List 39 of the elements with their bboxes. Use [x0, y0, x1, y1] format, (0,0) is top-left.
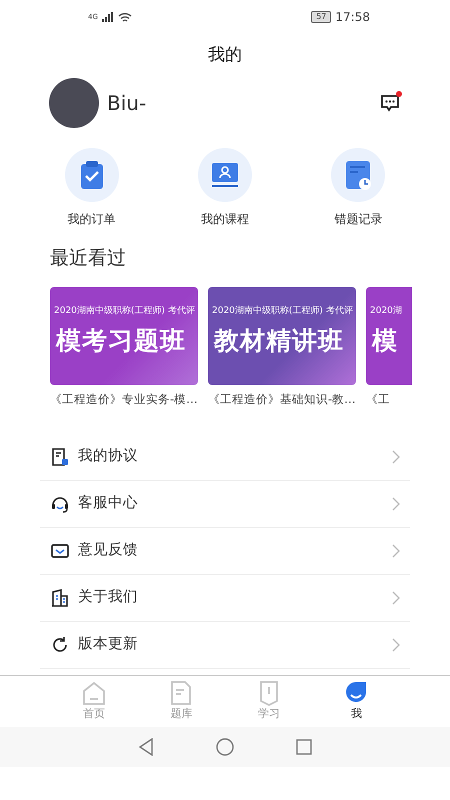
section-heading: 最近看过	[50, 247, 126, 269]
banner-subtitle: 2020湖	[370, 306, 402, 316]
banner-title: 模	[372, 326, 398, 355]
chevron-right-icon	[392, 544, 400, 558]
message-icon[interactable]	[380, 94, 400, 112]
menu-item[interactable]: 客服中心	[40, 480, 410, 528]
course-caption: 《工	[366, 392, 390, 406]
shortcut-item[interactable]: 错题记录	[303, 148, 414, 228]
banner-title: 模考习题班	[56, 326, 186, 355]
banner-title: 教材精讲班	[214, 326, 344, 355]
shortcut-item[interactable]: 我的课程	[170, 148, 280, 228]
username[interactable]: Biu-	[107, 88, 146, 118]
menu-item[interactable]: 版本更新	[40, 622, 410, 669]
recent-apps-icon[interactable]	[296, 738, 312, 755]
refresh-icon	[50, 634, 70, 655]
chevron-right-icon	[392, 590, 400, 605]
building-icon	[50, 588, 70, 608]
home-circle-icon[interactable]	[216, 738, 234, 756]
document-lock-icon	[50, 446, 70, 467]
course-caption: 《工程造价》专业实务-模…	[50, 392, 198, 406]
chevron-right-icon	[392, 496, 400, 511]
wifi-icon	[118, 12, 132, 22]
course-caption: 《工程造价》基础知识-教…	[208, 392, 356, 406]
menu-item[interactable]: 我的协议	[40, 434, 410, 481]
banner-subtitle: 2020湖南中级职称(工程师) 考代评	[54, 306, 195, 316]
shortcut-item[interactable]: 我的订单	[36, 148, 147, 228]
signal-icon	[102, 12, 114, 22]
battery-level: 57	[311, 11, 332, 23]
banner-subtitle: 2020湖南中级职称(工程师) 考代评	[212, 306, 353, 316]
avatar-placeholder[interactable]	[49, 78, 99, 128]
back-icon[interactable]	[138, 738, 154, 756]
house-icon	[80, 680, 107, 706]
page-title: 我的	[208, 44, 242, 68]
menu-item[interactable]: 意见反馈	[40, 528, 410, 575]
tab-item[interactable]: 我	[321, 680, 392, 722]
menu-item[interactable]: 关于我们	[40, 574, 410, 622]
chevron-right-icon	[392, 638, 400, 652]
chevron-right-icon	[392, 450, 400, 464]
status-time: 17:58	[335, 9, 370, 26]
